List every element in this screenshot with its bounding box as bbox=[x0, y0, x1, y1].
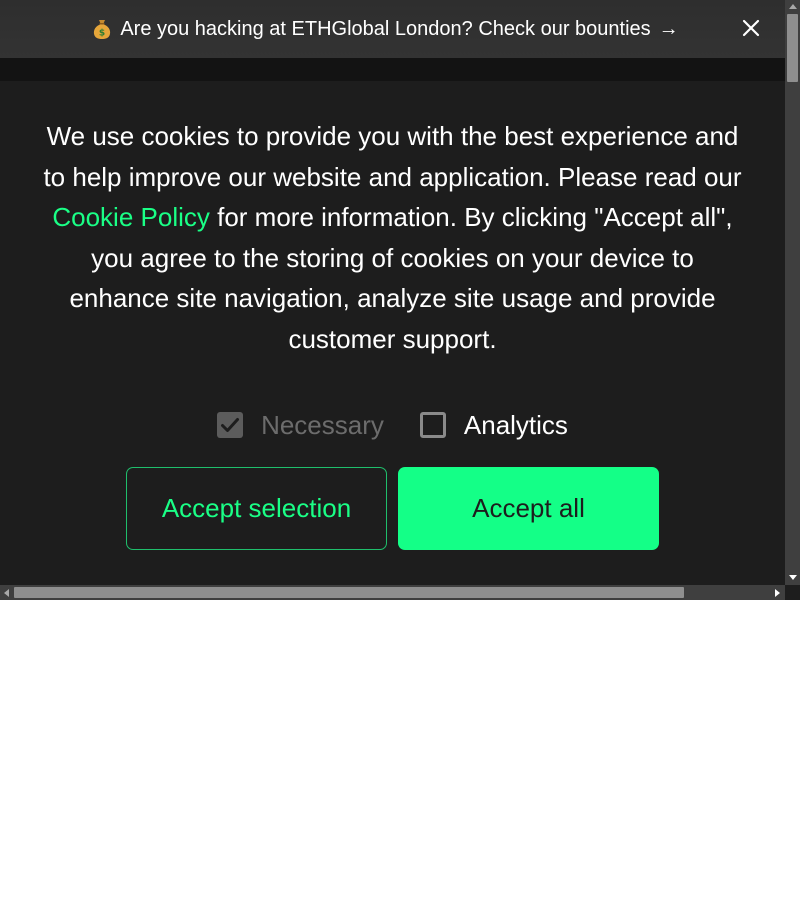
accept-all-button[interactable]: Accept all bbox=[398, 467, 659, 550]
cookie-options: Necessary Analytics bbox=[0, 406, 785, 444]
vertical-scroll-thumb[interactable] bbox=[787, 14, 798, 82]
money-bag-icon: $ bbox=[94, 20, 111, 39]
accept-selection-button[interactable]: Accept selection bbox=[126, 467, 387, 550]
scroll-up-icon[interactable] bbox=[789, 4, 797, 9]
announcement-banner: $ Are you hacking at ETHGlobal London? C… bbox=[0, 0, 785, 58]
cookie-actions: Accept selection Accept all bbox=[126, 467, 659, 550]
banner-text: Are you hacking at ETHGlobal London? Che… bbox=[120, 17, 651, 40]
horizontal-scroll-thumb[interactable] bbox=[14, 587, 684, 598]
analytics-option[interactable]: Analytics bbox=[419, 406, 568, 444]
close-icon[interactable] bbox=[739, 16, 763, 40]
bounties-link[interactable]: $ Are you hacking at ETHGlobal London? C… bbox=[90, 17, 679, 41]
cookie-text-before: We use cookies to provide you with the b… bbox=[43, 121, 742, 192]
scrollbar-corner bbox=[785, 585, 800, 600]
svg-text:$: $ bbox=[99, 29, 105, 39]
checkmark-icon bbox=[221, 418, 240, 432]
arrow-right-icon: → bbox=[658, 17, 679, 40]
analytics-label[interactable]: Analytics bbox=[464, 410, 568, 441]
scroll-down-icon[interactable] bbox=[789, 575, 797, 580]
horizontal-scrollbar[interactable] bbox=[0, 585, 785, 600]
blank-area bbox=[0, 600, 800, 900]
necessary-label: Necessary bbox=[261, 409, 384, 440]
necessary-checkbox bbox=[217, 412, 244, 438]
page-viewport: $ Are you hacking at ETHGlobal London? C… bbox=[0, 0, 800, 600]
scroll-left-icon[interactable] bbox=[4, 589, 9, 597]
header-strip bbox=[0, 58, 785, 81]
cookie-policy-link[interactable]: Cookie Policy bbox=[52, 202, 210, 232]
cookie-consent-text: We use cookies to provide you with the b… bbox=[40, 116, 745, 360]
necessary-option: Necessary bbox=[217, 406, 384, 444]
vertical-scrollbar[interactable] bbox=[785, 0, 800, 585]
scroll-right-icon[interactable] bbox=[775, 589, 780, 597]
analytics-checkbox[interactable] bbox=[419, 412, 446, 438]
